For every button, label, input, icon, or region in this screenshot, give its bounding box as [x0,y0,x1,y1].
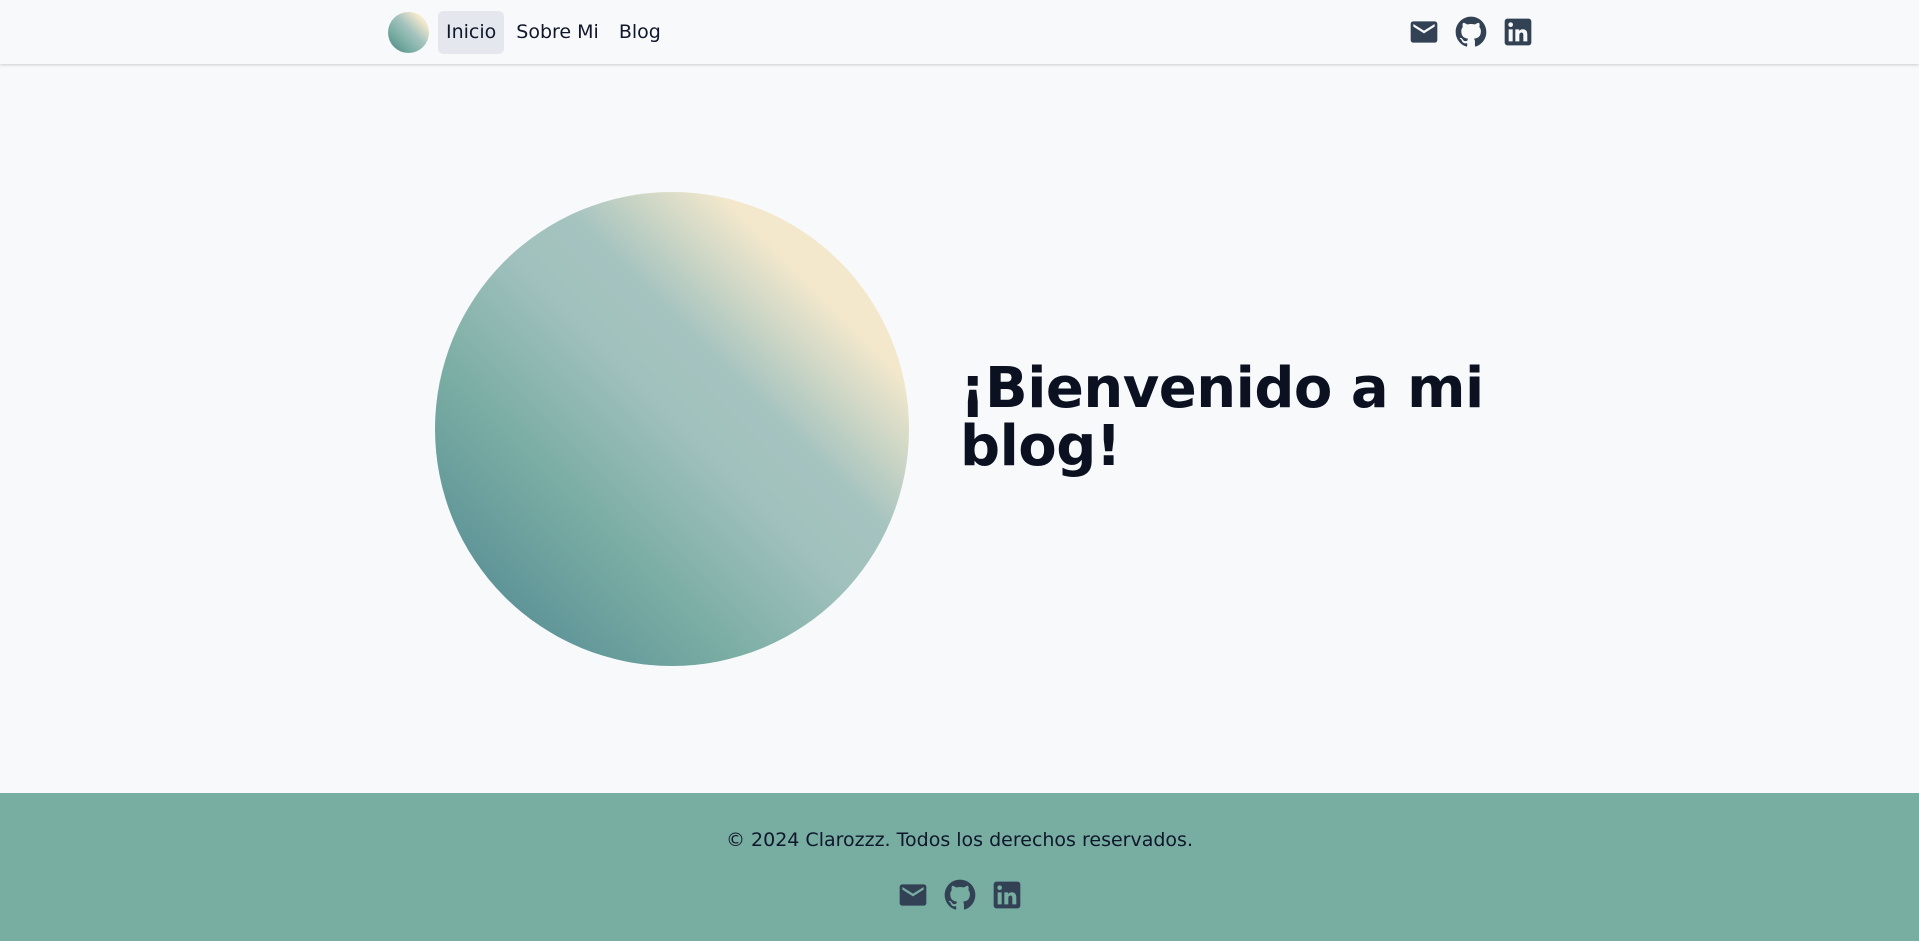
logo[interactable] [388,11,429,53]
mail-icon[interactable] [897,879,929,911]
linkedin-icon[interactable] [1502,16,1534,48]
nav-left: Inicio Sobre Mi Blog [388,10,673,54]
nav-link-blog[interactable]: Blog [611,11,669,54]
navbar: Inicio Sobre Mi Blog [0,0,1919,64]
nav-link-inicio[interactable]: Inicio [438,10,505,54]
footer-copyright: © 2024 Clarozzz. Todos los derechos rese… [726,829,1193,851]
footer-social-links [0,879,1912,911]
footer: © 2024 Clarozzz. Todos los derechos rese… [0,793,1919,941]
linkedin-icon[interactable] [991,879,1023,911]
hero-title: ¡Bienvenido a mi blog! [960,356,1484,479]
github-icon[interactable] [1455,16,1487,48]
mail-icon[interactable] [1408,16,1440,48]
hero-gradient-circle [435,192,909,666]
nav-social-links [1393,16,1534,48]
nav-link-sobre-mi[interactable]: Sobre Mi [508,11,607,54]
navbar-inner: Inicio Sobre Mi Blog [388,0,1534,64]
github-icon[interactable] [944,879,976,911]
